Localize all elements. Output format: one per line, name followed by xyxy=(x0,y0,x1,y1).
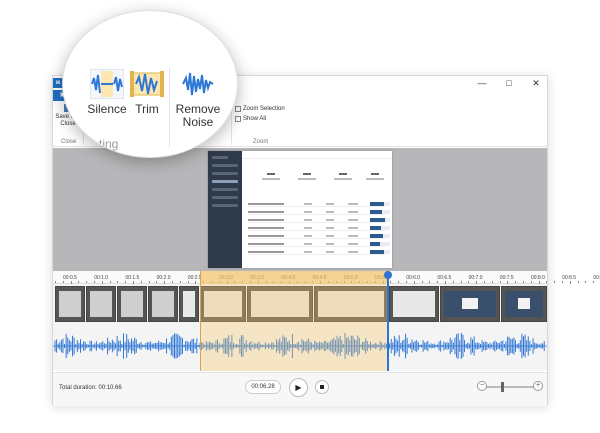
ruler-tick-mark xyxy=(562,281,563,283)
playback-controls: Total duration: 00:10.66 00:06.28 ▶ − + xyxy=(53,372,547,406)
trim-label: Trim xyxy=(135,102,159,116)
video-thumbnail xyxy=(148,286,178,322)
ruler-tick-mark xyxy=(437,281,439,283)
zoom-selection-icon xyxy=(235,106,241,112)
ruler-tick-mark xyxy=(55,281,56,283)
ruler-tick-mark xyxy=(538,281,540,284)
ruler-tick-mark xyxy=(554,281,556,283)
selection-range[interactable] xyxy=(200,271,388,371)
ruler-tick-mark xyxy=(86,281,88,283)
close-button[interactable]: ✕ xyxy=(527,77,545,89)
close-group-label: Close xyxy=(61,139,77,145)
preview-header xyxy=(242,151,392,159)
remove-noise-button[interactable]: Remove Noise xyxy=(175,69,221,129)
minimize-button[interactable]: — xyxy=(473,77,491,89)
ruler-tick-mark xyxy=(156,281,158,283)
ruler-tick-mark xyxy=(62,281,64,283)
ruler-tick-mark xyxy=(507,281,509,284)
ruler-tick-mark xyxy=(148,281,150,283)
video-thumbnail xyxy=(389,286,439,322)
ruler-tick-mark xyxy=(429,281,431,283)
remove-noise-icon xyxy=(182,72,214,96)
ruler-tick-mark xyxy=(445,281,446,284)
ruler-tick-mark xyxy=(398,281,400,283)
video-thumbnail xyxy=(86,286,116,322)
ruler-tick-mark xyxy=(172,281,173,283)
silence-label: Silence xyxy=(87,102,127,116)
playhead[interactable] xyxy=(387,271,389,371)
ruler-tick-mark xyxy=(406,281,407,283)
play-button[interactable]: ▶ xyxy=(289,378,308,397)
playhead-handle[interactable] xyxy=(384,271,392,279)
show-all-label: Show All xyxy=(243,116,267,122)
ruler-tick-mark xyxy=(484,281,485,283)
remove-noise-line1: Remove xyxy=(175,102,221,116)
ruler-tick-label: 00:9.0 xyxy=(593,275,600,281)
ruler-tick-mark xyxy=(523,281,524,283)
maximize-button[interactable]: □ xyxy=(500,77,518,89)
show-all-button[interactable]: Show All xyxy=(235,116,266,122)
video-thumbnail xyxy=(501,286,547,322)
ruler-tick-mark xyxy=(101,281,103,284)
play-icon: ▶ xyxy=(295,383,302,392)
ruler-tick-mark xyxy=(476,281,478,284)
ruler-tick-mark xyxy=(491,281,493,283)
zoom-selection-label: Zoom Selection xyxy=(243,106,285,112)
zoom-selection-button[interactable]: Zoom Selection xyxy=(235,106,285,112)
ribbon-divider xyxy=(169,67,170,147)
ruler-tick-mark xyxy=(499,281,501,283)
ruler-tick-mark xyxy=(546,281,548,283)
video-thumbnail xyxy=(179,286,199,322)
zoom-slider-handle[interactable] xyxy=(501,382,504,392)
trim-icon xyxy=(130,71,164,97)
total-duration: Total duration: 00:10.66 xyxy=(59,385,122,391)
ruler-tick-mark xyxy=(421,281,423,283)
ruler-tick-mark xyxy=(577,281,579,283)
ruler-tick-mark xyxy=(515,281,517,283)
remove-noise-line2: Noise xyxy=(182,115,214,129)
ruler-tick-mark xyxy=(164,281,166,284)
ruler-tick-mark xyxy=(390,281,392,283)
ruler-tick-mark xyxy=(125,281,127,283)
ruler-tick-mark xyxy=(468,281,470,283)
ruler-tick-mark xyxy=(94,281,95,283)
video-thumbnail xyxy=(55,286,85,322)
ruler-tick-mark xyxy=(569,281,571,284)
show-all-icon xyxy=(235,116,241,122)
ruler-tick-mark xyxy=(133,281,134,284)
silence-icon xyxy=(90,69,124,99)
trim-button[interactable]: Trim xyxy=(127,69,167,116)
editing-group-label: ting xyxy=(99,137,119,151)
ruler-tick-mark xyxy=(109,281,111,283)
ruler-tick-mark xyxy=(179,281,181,283)
zoom-out-button[interactable]: − xyxy=(477,381,487,391)
preview-sidebar xyxy=(208,151,242,268)
current-time: 00:06.28 xyxy=(245,380,281,394)
ruler-tick-mark xyxy=(460,281,462,283)
silence-button[interactable]: Silence xyxy=(85,69,129,116)
zoom-group-label: Zoom xyxy=(253,139,269,145)
save-close-line2: Close xyxy=(60,121,76,127)
ruler-tick-mark xyxy=(70,281,72,284)
zoom-slider-track[interactable] xyxy=(479,386,535,388)
video-thumbnail xyxy=(117,286,147,322)
ruler-tick-mark xyxy=(78,281,80,283)
timeline[interactable]: 00:0.500:1.000:1.500:2.000:2.500:3.000:3… xyxy=(53,271,600,371)
video-preview-area xyxy=(53,148,547,271)
magnified-ribbon-callout: Silence Trim Remove Noise ting xyxy=(62,10,238,158)
ruler-tick-mark xyxy=(530,281,532,283)
stop-button[interactable] xyxy=(315,380,329,394)
ruler-tick-mark xyxy=(585,281,587,283)
preview-frame xyxy=(208,151,392,268)
ruler-tick-mark xyxy=(187,281,189,283)
ruler-tick-mark xyxy=(140,281,142,283)
ruler-tick-mark xyxy=(413,281,415,284)
video-thumbnail xyxy=(440,286,500,322)
ruler-tick-mark xyxy=(117,281,119,283)
ruler-tick-mark xyxy=(593,281,595,283)
ruler-tick-mark xyxy=(195,281,197,284)
zoom-in-button[interactable]: + xyxy=(533,381,543,391)
ruler-tick-mark xyxy=(452,281,454,283)
